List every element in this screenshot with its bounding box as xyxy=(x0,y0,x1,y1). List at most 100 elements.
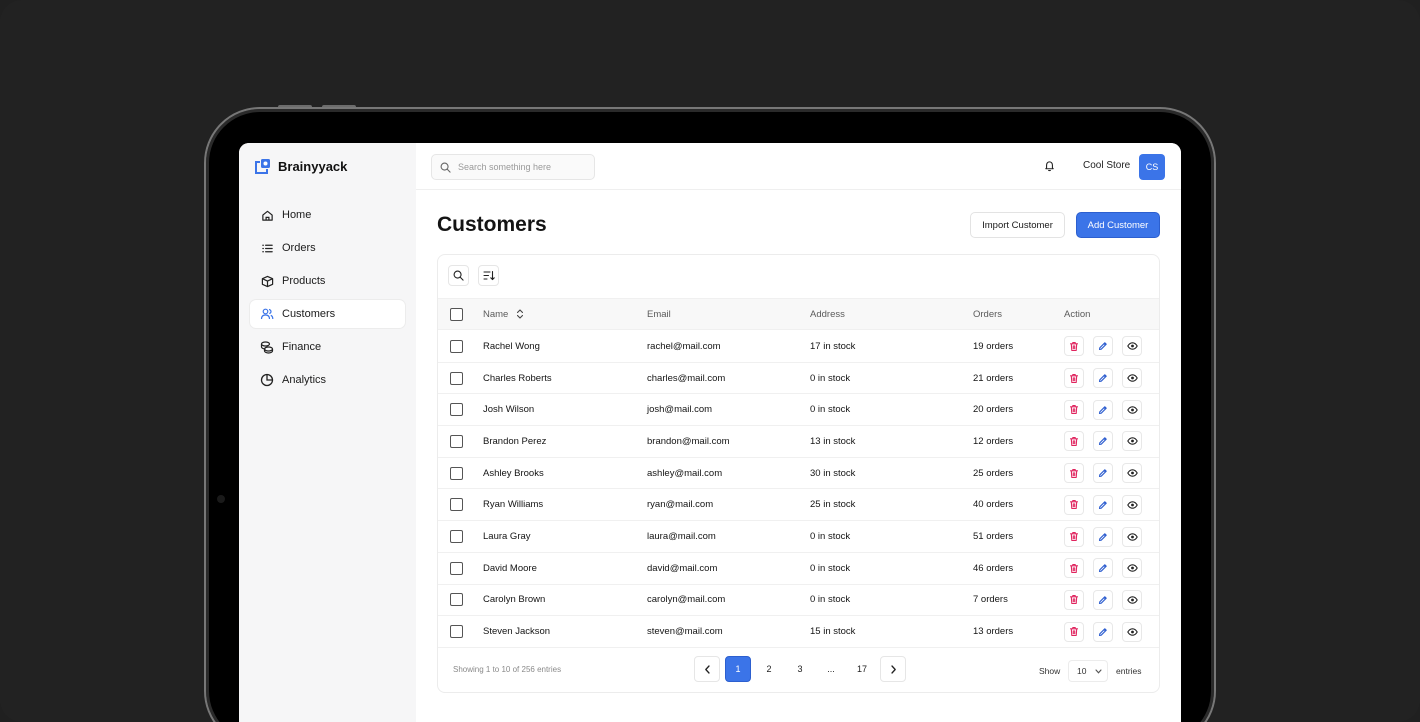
table-row[interactable]: Josh Wilson josh@mail.com 0 in stock 20 ord… xyxy=(438,394,1159,427)
column-header-orders: Orders xyxy=(973,308,1003,320)
delete-button[interactable] xyxy=(1064,431,1084,452)
prev-page-button[interactable] xyxy=(694,656,720,682)
view-button[interactable] xyxy=(1122,494,1142,515)
row-checkbox[interactable] xyxy=(450,561,463,575)
page-button[interactable]: 17 xyxy=(849,656,875,682)
row-checkbox[interactable] xyxy=(450,403,463,417)
chevron-down-icon xyxy=(1095,668,1103,674)
page-title: Customers xyxy=(437,213,547,236)
customer-orders: 20 orders xyxy=(973,404,1014,416)
page-button[interactable]: 2 xyxy=(756,656,782,682)
sidebar-item-home[interactable]: Home xyxy=(250,201,405,229)
view-button[interactable] xyxy=(1122,368,1142,389)
page-button[interactable]: 3 xyxy=(787,656,813,682)
table-header: Name Email Address Orders Action xyxy=(438,298,1159,330)
page-button[interactable]: 1 xyxy=(725,656,751,682)
row-checkbox[interactable] xyxy=(450,530,463,544)
sidebar-item-analytics[interactable]: Analytics xyxy=(250,366,405,394)
view-button[interactable] xyxy=(1122,621,1142,642)
row-checkbox[interactable] xyxy=(450,466,463,480)
view-button[interactable] xyxy=(1122,589,1142,610)
sort-toggle-icon[interactable] xyxy=(516,309,524,319)
sidebar-item-products[interactable]: Products xyxy=(250,267,405,295)
edit-button[interactable] xyxy=(1093,399,1113,420)
eye-icon xyxy=(1126,437,1138,446)
trash-icon xyxy=(1069,468,1079,479)
select-all-checkbox[interactable] xyxy=(450,307,463,321)
view-button[interactable] xyxy=(1122,336,1142,357)
table-row[interactable]: Brandon Perez brandon@mail.com 13 in stock… xyxy=(438,426,1159,458)
edit-button[interactable] xyxy=(1093,494,1113,515)
table-row[interactable]: Carolyn Brown carolyn@mail.com 0 in stock 7… xyxy=(438,585,1159,617)
avatar[interactable]: CS xyxy=(1139,154,1165,180)
edit-button[interactable] xyxy=(1093,368,1113,389)
sidebar-item-orders[interactable]: Orders xyxy=(250,234,405,262)
view-button[interactable] xyxy=(1122,558,1142,579)
delete-button[interactable] xyxy=(1064,336,1084,357)
view-button[interactable] xyxy=(1122,463,1142,484)
customer-name: Brandon Perez xyxy=(483,435,547,447)
view-button[interactable] xyxy=(1122,431,1142,452)
pencil-icon xyxy=(1098,436,1108,446)
view-button[interactable] xyxy=(1122,526,1142,547)
edit-button[interactable] xyxy=(1093,431,1113,452)
delete-button[interactable] xyxy=(1064,526,1084,547)
customers-table-card: Name Email Address Orders Action Rachel … xyxy=(437,254,1160,693)
row-checkbox[interactable] xyxy=(450,339,463,353)
trash-icon xyxy=(1069,436,1079,447)
row-checkbox[interactable] xyxy=(450,498,463,512)
customer-email: laura@mail.com xyxy=(647,531,716,543)
edit-button[interactable] xyxy=(1093,589,1113,610)
table-row[interactable]: Charles Roberts charles@mail.com 0 in stoc… xyxy=(438,363,1159,395)
brand-name: Brainyyack xyxy=(278,159,348,174)
customer-email: josh@mail.com xyxy=(647,404,713,416)
search-icon xyxy=(440,162,451,173)
home-icon xyxy=(260,208,274,222)
table-row[interactable]: Steven Jackson steven@mail.com 15 in stock… xyxy=(438,616,1159,648)
notification-button[interactable] xyxy=(1038,155,1060,177)
delete-button[interactable] xyxy=(1064,494,1084,515)
import-customer-button[interactable]: Import Customer xyxy=(970,212,1065,238)
delete-button[interactable] xyxy=(1064,399,1084,420)
table-row[interactable]: Rachel Wong rachel@mail.com 17 in stock 19 … xyxy=(438,331,1159,363)
table-sort-button[interactable] xyxy=(478,265,499,286)
edit-button[interactable] xyxy=(1093,621,1113,642)
column-header-name[interactable]: Name xyxy=(483,309,508,320)
delete-button[interactable] xyxy=(1064,463,1084,484)
delete-button[interactable] xyxy=(1064,621,1084,642)
view-button[interactable] xyxy=(1122,399,1142,420)
row-checkbox[interactable] xyxy=(450,593,463,607)
delete-button[interactable] xyxy=(1064,589,1084,610)
edit-button[interactable] xyxy=(1093,336,1113,357)
table-row[interactable]: Laura Gray laura@mail.com 0 in stock 51 ord… xyxy=(438,521,1159,553)
search-input[interactable] xyxy=(458,162,588,172)
row-checkbox[interactable] xyxy=(450,625,463,639)
customer-address: 15 in stock xyxy=(810,626,856,638)
table-row[interactable]: Ryan Williams ryan@mail.com 25 in stock 40 … xyxy=(438,490,1159,522)
edit-button[interactable] xyxy=(1093,526,1113,547)
delete-button[interactable] xyxy=(1064,368,1084,389)
edit-button[interactable] xyxy=(1093,558,1113,579)
brand[interactable]: Brainyyack xyxy=(254,158,347,175)
customer-orders: 25 orders xyxy=(973,467,1014,479)
delete-button[interactable] xyxy=(1064,558,1084,579)
table-row[interactable]: Ashley Brooks ashley@mail.com 30 in stock 2… xyxy=(438,458,1159,490)
row-checkbox[interactable] xyxy=(450,434,463,448)
add-customer-button[interactable]: Add Customer xyxy=(1076,212,1160,238)
customer-email: david@mail.com xyxy=(647,562,718,574)
page-size-select[interactable]: 10 xyxy=(1068,660,1108,682)
sidebar-item-customers[interactable]: Customers xyxy=(250,300,405,328)
table-search-button[interactable] xyxy=(448,265,469,286)
sidebar-item-label: Finance xyxy=(282,341,322,353)
store-name[interactable]: Cool Store xyxy=(1083,160,1130,171)
customer-name: Laura Gray xyxy=(483,531,531,543)
trash-icon xyxy=(1069,499,1079,510)
sidebar-item-label: Orders xyxy=(282,242,316,254)
edit-button[interactable] xyxy=(1093,463,1113,484)
sidebar-item-finance[interactable]: Finance xyxy=(250,333,405,361)
next-page-button[interactable] xyxy=(880,656,906,682)
table-row[interactable]: David Moore david@mail.com 0 in stock 46 or… xyxy=(438,553,1159,585)
search-box[interactable] xyxy=(431,154,595,180)
row-checkbox[interactable] xyxy=(450,371,463,385)
pie-chart-icon xyxy=(260,373,274,387)
